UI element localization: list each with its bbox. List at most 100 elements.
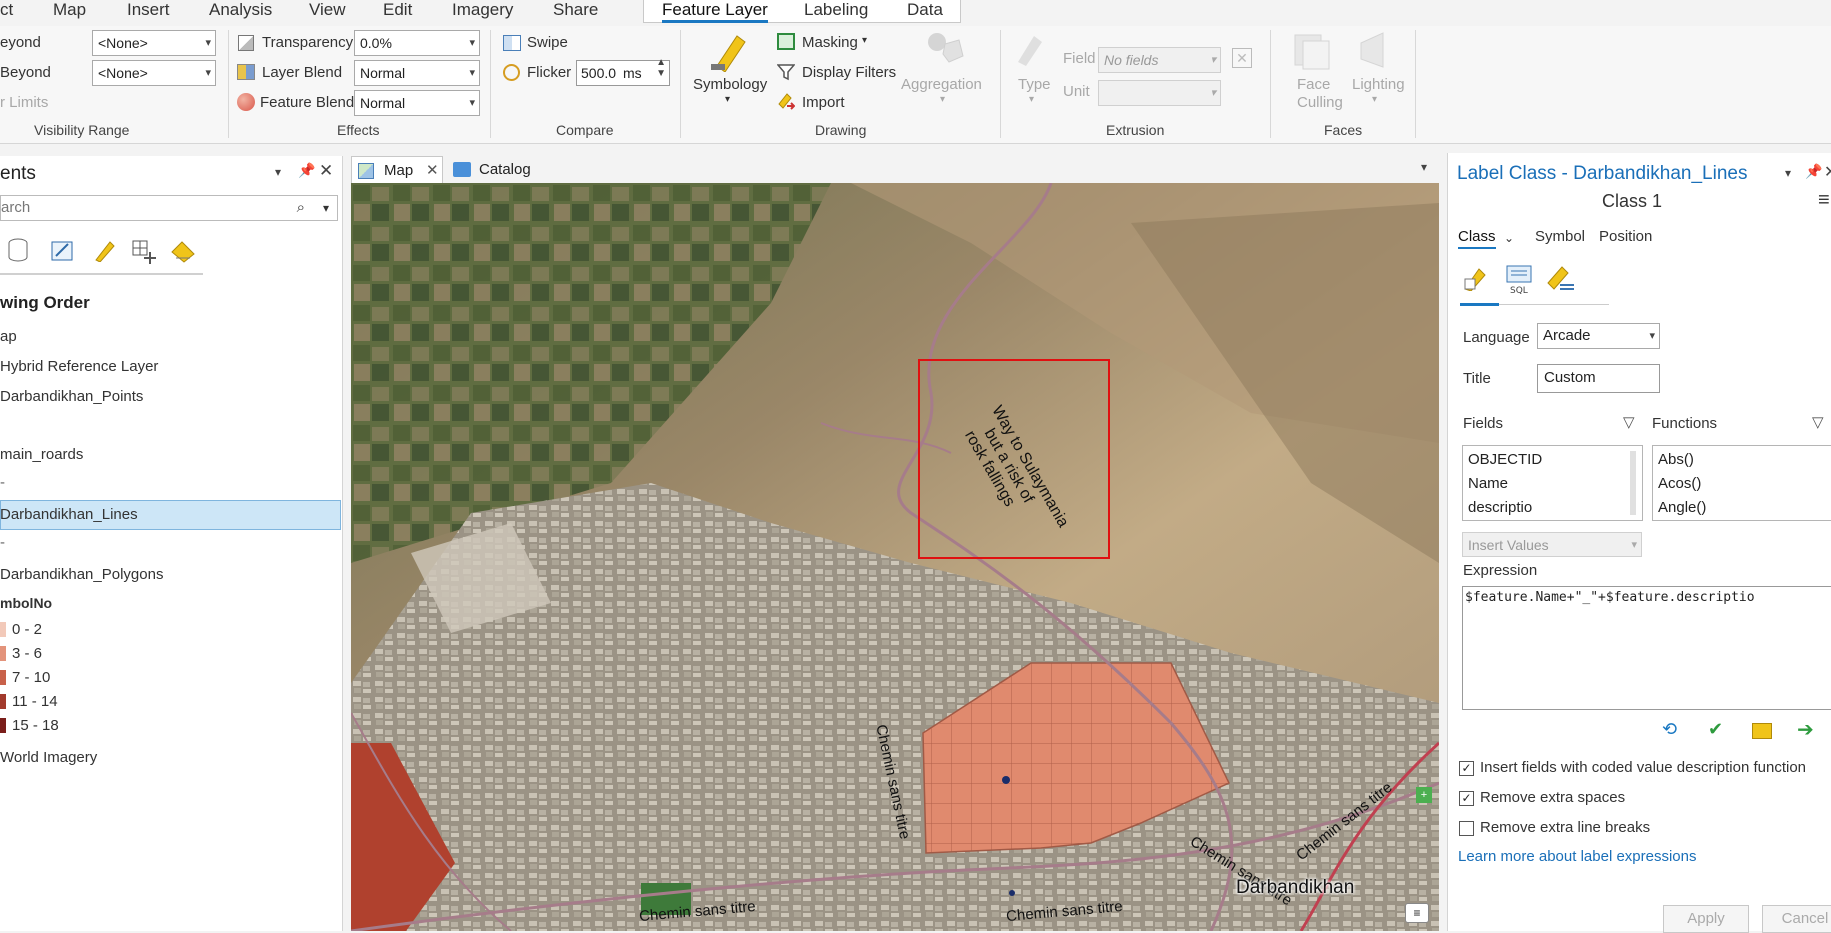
pin-icon[interactable]: 📌	[298, 162, 315, 179]
apply-button[interactable]: Apply	[1663, 905, 1749, 933]
toc-darbandikhan-points[interactable]: Darbandikhan_Points	[0, 388, 143, 405]
flicker-field[interactable]: 500.0 ms ▲ ▼	[576, 57, 670, 86]
tab-data[interactable]: Data	[907, 0, 943, 20]
expression-editor[interactable]: $feature.Name+"_"+$feature.descriptio	[1462, 586, 1831, 710]
list-by-editing-icon[interactable]	[50, 238, 74, 262]
close-icon[interactable]: ✕	[1824, 162, 1831, 182]
import-button[interactable]: Import	[802, 94, 845, 111]
swipe-icon	[503, 35, 521, 51]
filter-icon[interactable]: ▽	[1623, 413, 1635, 431]
unit-label: Unit	[1063, 83, 1090, 100]
tab-position[interactable]: Position	[1599, 228, 1652, 245]
toc-darbandikhan-lines[interactable]: Darbandikhan_Lines	[0, 506, 138, 523]
toc-world-imagery[interactable]: World Imagery	[0, 749, 97, 766]
folder-open-icon[interactable]	[1752, 723, 1772, 739]
swipe-button[interactable]: Swipe	[527, 34, 568, 51]
class-name[interactable]: Class 1	[1602, 191, 1662, 212]
list-item[interactable]: Acos()	[1653, 472, 1831, 496]
tab-class[interactable]: Class	[1458, 228, 1496, 249]
extrusion-title: Extrusion	[1106, 122, 1165, 138]
functions-list[interactable]: Abs() Acos() Angle()	[1652, 445, 1831, 521]
display-filters-button[interactable]: Display Filters	[802, 64, 896, 81]
tab-symbol[interactable]: Symbol	[1535, 228, 1585, 245]
masking-button[interactable]: Masking	[802, 34, 858, 51]
menu-analysis[interactable]: Analysis	[209, 0, 272, 20]
toc-darbandikhan-polygons[interactable]: Darbandikhan_Polygons	[0, 566, 163, 583]
list-by-labeling-icon[interactable]	[92, 238, 116, 263]
out-beyond-combo[interactable]: <None>	[92, 30, 216, 56]
list-item[interactable]: Angle()	[1653, 496, 1831, 520]
symbology-button[interactable]: Symbology	[693, 76, 767, 93]
chevron-down-icon[interactable]: ▾	[725, 94, 730, 105]
filter-icon[interactable]: ▽	[1812, 413, 1824, 431]
extrusion-unit-combo[interactable]	[1098, 80, 1221, 106]
remove-spaces-checkbox[interactable]: ✓	[1459, 791, 1474, 806]
speech-bubble-icon[interactable]: ≡	[1405, 903, 1429, 923]
menu-icon[interactable]: ≡	[1818, 189, 1830, 212]
tab-catalog[interactable]: Catalog	[479, 161, 531, 178]
list-item[interactable]: Name	[1463, 472, 1642, 496]
verify-icon[interactable]: ✔	[1708, 719, 1723, 740]
chevron-down-icon[interactable]: ▾	[1785, 166, 1791, 180]
menu-view[interactable]: View	[309, 0, 346, 20]
menu-edit[interactable]: Edit	[383, 0, 412, 20]
chevron-down-icon[interactable]: ⌄	[1504, 231, 1514, 245]
tab-map[interactable]: Map ✕	[351, 156, 443, 184]
lighting-button[interactable]: Lighting	[1352, 76, 1405, 93]
insert-values-combo[interactable]: Insert Values	[1462, 532, 1642, 557]
learn-more-link[interactable]: Learn more about label expressions	[1458, 848, 1696, 865]
chevron-down-icon[interactable]: ▾	[323, 196, 329, 220]
transparency-combo[interactable]: 0.0%	[354, 30, 480, 56]
list-item[interactable]: Abs()	[1653, 448, 1831, 472]
search-input[interactable]: arch ⌕ ▾	[0, 195, 338, 221]
cancel-button[interactable]: Cancel	[1762, 905, 1831, 933]
map-point[interactable]	[1009, 890, 1015, 896]
remove-line-breaks-checkbox[interactable]	[1459, 821, 1474, 836]
toc-map[interactable]: ap	[0, 328, 17, 345]
map-point[interactable]	[1002, 776, 1010, 784]
menu-insert[interactable]: Insert	[127, 0, 170, 20]
close-icon[interactable]: ✕	[426, 161, 439, 179]
pin-icon[interactable]: 📌	[1805, 163, 1822, 180]
menu-map[interactable]: Map	[53, 0, 86, 20]
close-icon[interactable]: ✕	[319, 161, 333, 181]
in-beyond-combo[interactable]: <None>	[92, 60, 216, 86]
extrusion-field-combo[interactable]: No fields	[1098, 47, 1221, 73]
label-placement-icon[interactable]	[1546, 265, 1576, 293]
export-arrow-icon[interactable]: ➔	[1797, 717, 1814, 742]
list-item[interactable]: OBJECTID	[1463, 448, 1642, 472]
tab-feature-layer[interactable]: Feature Layer	[662, 0, 768, 23]
toc-hybrid-reference-layer[interactable]: Hybrid Reference Layer	[0, 358, 158, 375]
list-by-snapping-icon[interactable]	[130, 238, 156, 264]
expression-icon[interactable]: ✕	[1232, 48, 1252, 68]
map-view[interactable]: Way to Sulaymania but a risk of rosk fal…	[351, 183, 1439, 931]
face-culling-button[interactable]: Face Culling	[1297, 76, 1343, 112]
aggregation-button[interactable]: Aggregation	[901, 76, 982, 93]
expression-tool-icon[interactable]	[1463, 265, 1489, 292]
chevron-down-icon[interactable]: ▾	[1421, 160, 1427, 174]
undo-icon[interactable]: ⟲	[1662, 719, 1677, 740]
chevron-down-icon[interactable]: ▾	[862, 35, 867, 46]
fields-list[interactable]: OBJECTID Name descriptio	[1462, 445, 1643, 521]
list-by-data-source-icon[interactable]	[8, 238, 28, 262]
layer-blend-combo[interactable]: Normal	[354, 60, 480, 86]
toc-main-roards[interactable]: main_roards	[0, 446, 83, 463]
type-button[interactable]: Type	[1018, 76, 1051, 93]
list-item[interactable]: descriptio	[1463, 496, 1642, 520]
title-input[interactable]: Custom	[1537, 364, 1660, 393]
chevron-down-icon[interactable]: ▾	[275, 165, 281, 179]
list-by-perspective-icon[interactable]	[170, 238, 196, 264]
menu-imagery[interactable]: Imagery	[452, 0, 513, 20]
navigator-icon[interactable]: +	[1416, 787, 1432, 803]
clear-limits-label[interactable]: r Limits	[0, 94, 48, 111]
menu-project[interactable]: ct	[0, 0, 13, 20]
scrollbar[interactable]	[1630, 451, 1636, 515]
language-combo[interactable]: Arcade	[1537, 323, 1660, 349]
tab-labeling[interactable]: Labeling	[804, 0, 868, 20]
menu-share[interactable]: Share	[553, 0, 598, 20]
search-icon[interactable]: ⌕	[297, 196, 305, 220]
coded-value-checkbox[interactable]: ✓	[1459, 761, 1474, 776]
spinner-icon[interactable]: ▲ ▼	[656, 57, 666, 79]
feature-blend-combo[interactable]: Normal	[354, 90, 480, 116]
sql-query-icon[interactable]: SQL	[1505, 265, 1533, 296]
